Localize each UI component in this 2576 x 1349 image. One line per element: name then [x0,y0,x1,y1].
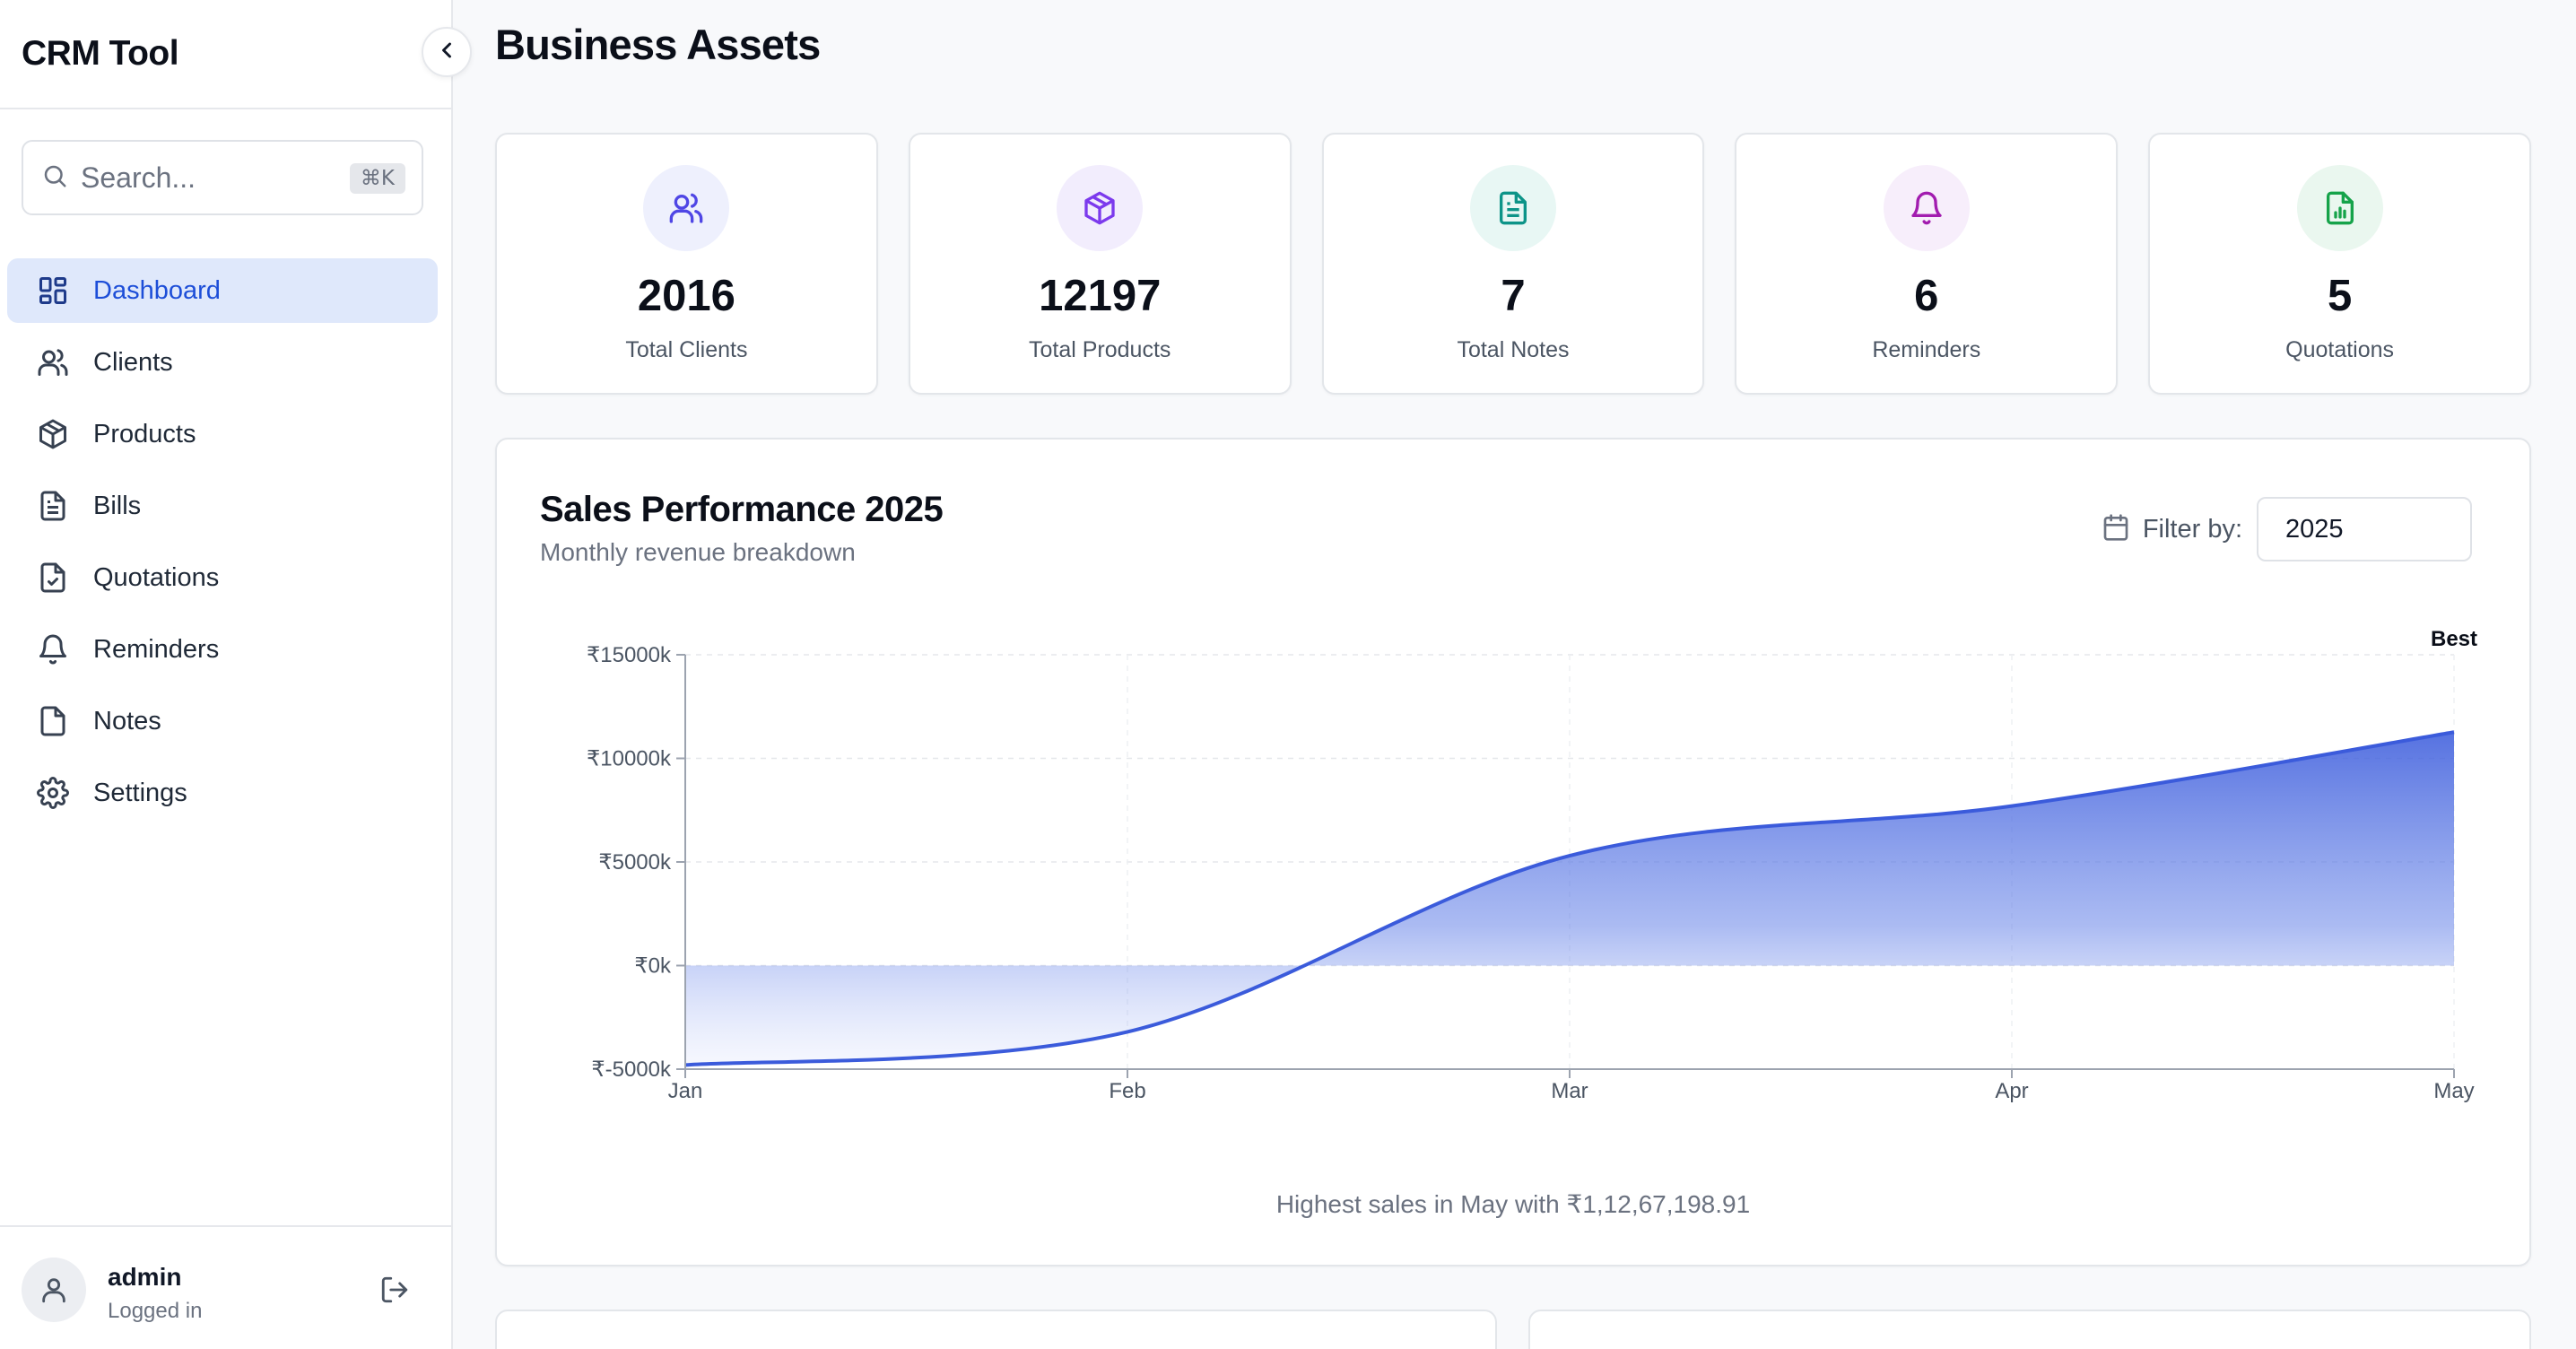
sidebar-item-bills[interactable]: Bills [7,474,438,538]
note-icon [36,704,70,738]
sidebar-item-reminders[interactable]: Reminders [7,617,438,682]
stats-row: 2016 Total Clients 12197 Total Products … [495,133,2531,395]
sidebar-item-settings[interactable]: Settings [7,761,438,825]
sidebar-item-label: Quotations [93,562,220,592]
sidebar-item-label: Notes [93,706,161,735]
stat-value: 2016 [637,272,735,320]
sidebar-item-label: Reminders [93,634,220,664]
chart-title: Sales Performance 2025 [540,490,944,529]
app-title: CRM Tool [22,34,179,73]
avatar[interactable] [22,1258,86,1322]
chevron-left-icon [434,38,459,67]
chart-caption: Highest sales in May with ₹1,12,67,198.9… [1275,1190,1751,1218]
sidebar-item-clients[interactable]: Clients [7,330,438,395]
search-box[interactable]: ⌘K [22,140,423,215]
stat-label: Total Clients [625,337,748,362]
calendar-icon [2102,513,2130,546]
stat-label: Total Products [1028,337,1171,362]
users-icon [643,165,730,251]
sidebar-item-label: Dashboard [93,275,221,305]
collapse-sidebar-button[interactable] [422,27,472,77]
stat-label: Total Notes [1457,337,1570,362]
x-tick-label: May [2433,1079,2474,1103]
sales-chart-card: ₹15000k ₹10000k ₹5000k ₹0k ₹-5000k Jan Feb Mar A… [495,438,2531,1266]
chart-subtitle: Monthly revenue breakdown [540,538,856,566]
sidebar-item-label: Products [93,419,196,448]
bell-icon [1883,165,1970,251]
stat-label: Quotations [2285,337,2395,362]
search-shortcut-badge: ⌘K [349,163,405,194]
box-icon [36,417,70,451]
dashboard-icon [36,274,70,308]
stat-card-quotations[interactable]: 5 Quotations [2148,133,2531,395]
user-name: admin [108,1263,182,1291]
year-filter: Filter by: 2025 [2102,497,2472,561]
logout-icon[interactable] [377,1272,413,1308]
box-icon [1057,165,1144,251]
sidebar-item-label: Clients [93,347,173,377]
y-tick-label: ₹5000k [598,850,672,875]
user-panel: admin Logged in [0,1225,453,1349]
x-tick-label: Jan [668,1079,703,1103]
sidebar-item-label: Bills [93,491,142,520]
sidebar: CRM Tool ⌘K Dashboard Clients Products [0,0,453,1349]
y-tick-label: ₹0k [634,954,672,979]
stat-value: 7 [1501,272,1526,320]
year-select[interactable]: 2025 [2257,497,2472,561]
filter-label: Filter by: [2142,514,2242,544]
sidebar-item-notes[interactable]: Notes [7,689,438,753]
brand-header: CRM Tool [0,0,451,109]
stat-card-total-notes[interactable]: 7 Total Notes [1321,133,1705,395]
search-icon [41,162,68,194]
sidebar-item-label: Settings [93,778,187,807]
stat-label: Reminders [1872,337,1981,362]
best-annotation: Best [2431,627,2477,651]
y-tick-label: ₹15000k [587,643,672,667]
bottom-card-left [495,1310,1497,1349]
stat-card-total-clients[interactable]: 2016 Total Clients [495,133,878,395]
x-tick-label: Mar [1551,1079,1588,1103]
users-icon [36,345,70,379]
page-title: Business Assets [495,21,821,68]
y-tick-label: ₹-5000k [591,1057,672,1082]
x-tick-label: Apr [1995,1079,2028,1103]
gear-icon [36,776,70,810]
x-tick-label: Feb [1109,1079,1145,1103]
stat-value: 5 [2327,272,2353,320]
stat-value: 6 [1914,272,1939,320]
file-check-icon [36,561,70,595]
sidebar-item-products[interactable]: Products [7,402,438,466]
sidebar-item-quotations[interactable]: Quotations [7,545,438,610]
sidebar-item-dashboard[interactable]: Dashboard [7,258,438,323]
file-text-icon [36,489,70,523]
stat-card-total-products[interactable]: 12197 Total Products [908,133,1292,395]
bottom-card-right [1528,1310,2531,1349]
file-chart-icon [2296,165,2383,251]
sidebar-nav: Dashboard Clients Products Bills Quotati… [7,258,438,832]
file-text-icon [1469,165,1556,251]
bell-icon [36,632,70,666]
stat-value: 12197 [1039,272,1162,320]
stat-card-reminders[interactable]: 6 Reminders [1735,133,2119,395]
user-status: Logged in [108,1299,203,1323]
y-tick-label: ₹10000k [587,747,672,771]
search-input[interactable] [81,161,350,195]
